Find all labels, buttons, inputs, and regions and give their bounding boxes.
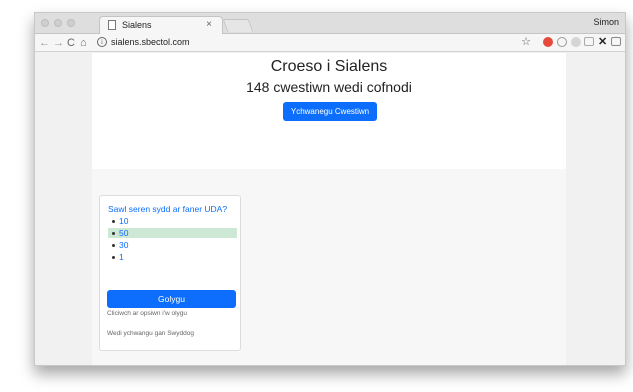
back-icon[interactable]: ← [39, 36, 50, 50]
option-label: 50 [119, 228, 129, 238]
tab-strip: Sialens × Simon [35, 13, 625, 34]
bullet-icon [112, 232, 115, 235]
bullet-icon [112, 220, 115, 223]
info-icon[interactable]: i [97, 37, 107, 47]
profile-name[interactable]: Simon [593, 17, 619, 27]
url-text[interactable]: sialens.sbectol.com [111, 37, 190, 47]
close-window-dot[interactable] [41, 19, 49, 27]
cast-extension-icon[interactable] [584, 37, 594, 46]
option-item-selected[interactable]: 50 [108, 228, 237, 238]
close-x-extension-icon[interactable]: ✕ [598, 35, 607, 49]
menu-icon[interactable]: ⋮ [623, 36, 625, 50]
home-icon[interactable]: ⌂ [80, 36, 87, 50]
address-bar[interactable]: i sialens.sbectol.com ☆ [97, 36, 531, 50]
grey-circle-extension-icon[interactable] [557, 37, 567, 47]
browser-window: Sialens × Simon ← → C ⌂ i sialens.sbecto… [34, 12, 626, 366]
author-text: Wedi ychwangu gan Swyddog [107, 330, 194, 337]
new-tab-button[interactable] [222, 19, 254, 32]
document-icon [108, 20, 116, 30]
page-title: Croeso i Sialens [270, 58, 388, 75]
grey-drop-extension-icon[interactable] [571, 37, 581, 47]
forward-icon[interactable]: → [53, 36, 64, 50]
option-item[interactable]: 10 [108, 216, 237, 226]
bullet-icon [112, 256, 115, 259]
add-question-button[interactable]: Ychwanegu Cwestiwn [283, 102, 377, 121]
browser-toolbar: ← → C ⌂ i sialens.sbectol.com ☆ ✕ ⋮ [35, 34, 625, 52]
zoom-window-dot[interactable] [67, 19, 75, 27]
options-list: 10 50 30 1 [108, 216, 237, 264]
hero-section: Croeso i Sialens 148 cwestiwn wedi cofno… [92, 53, 566, 169]
option-label: 10 [119, 216, 129, 226]
tab-close-icon[interactable]: × [206, 19, 212, 30]
page-viewport: Croeso i Sialens 148 cwestiwn wedi cofno… [35, 53, 625, 365]
option-item[interactable]: 1 [108, 252, 237, 262]
square-extension-icon[interactable] [611, 37, 621, 46]
page-container: Croeso i Sialens 148 cwestiwn wedi cofno… [92, 53, 566, 365]
bookmark-star-icon[interactable]: ☆ [521, 35, 531, 48]
option-label: 30 [119, 240, 129, 250]
edit-hint: Cliciwch ar opsiwn i'w olygu [107, 310, 187, 317]
question-card: Sawl seren sydd ar faner UDA? 10 50 30 1… [99, 195, 241, 351]
red-stop-extension-icon[interactable] [543, 37, 553, 47]
question-count: 148 cwestiwn wedi cofnodi [246, 79, 412, 95]
minimize-window-dot[interactable] [54, 19, 62, 27]
tab-title: Sialens [122, 20, 152, 30]
edit-button[interactable]: Golygu [107, 290, 236, 308]
option-label: 1 [119, 252, 124, 262]
bullet-icon [112, 244, 115, 247]
question-text[interactable]: Sawl seren sydd ar faner UDA? [108, 204, 227, 214]
reload-icon[interactable]: C [67, 36, 75, 50]
browser-tab[interactable]: Sialens × [99, 16, 223, 34]
option-item[interactable]: 30 [108, 240, 237, 250]
